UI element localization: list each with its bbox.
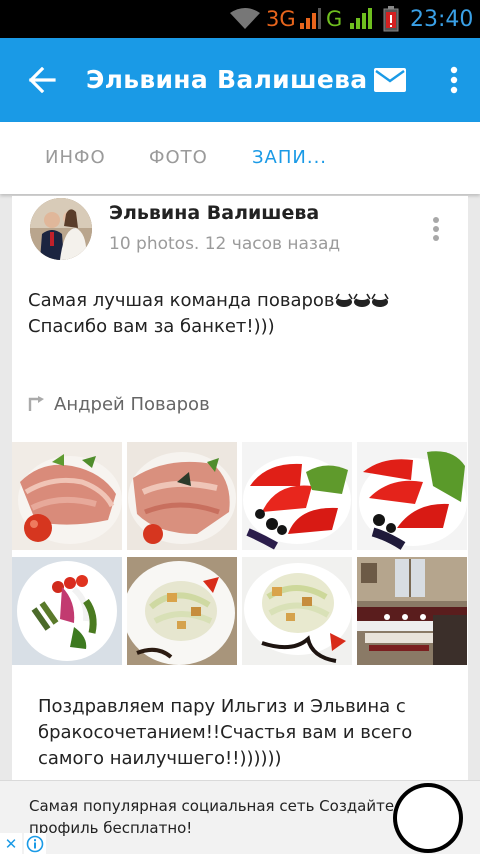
- profile-tabs: ИНФО ФОТО ЗАПИ...: [0, 122, 480, 194]
- avatar[interactable]: [30, 198, 92, 260]
- wifi-icon: [228, 0, 262, 38]
- photo-tomatoes-2[interactable]: [357, 442, 467, 550]
- photo-grid: [12, 442, 468, 666]
- page-title: Эльвина Валишева: [86, 65, 368, 94]
- tab-photos[interactable]: ФОТО: [149, 122, 208, 194]
- network-3g-label: 3G: [266, 7, 296, 31]
- repost-source[interactable]: Андрей Поваров: [28, 392, 210, 416]
- photo-tomatoes-1[interactable]: [242, 442, 352, 550]
- info-icon: [26, 835, 44, 853]
- post-text-part2: Спасибо вам за банкет!))): [28, 316, 275, 337]
- app-bar: Эльвина Валишева: [0, 38, 480, 122]
- ad-text[interactable]: Самая популярная социальная сеть Создайт…: [29, 795, 409, 839]
- photo-salad-plate[interactable]: [12, 557, 122, 665]
- ad-line-2: профиль бесплатно!: [29, 819, 193, 837]
- ad-info-button[interactable]: [24, 833, 46, 854]
- photo-meat-platter-2[interactable]: [127, 442, 237, 550]
- message-button[interactable]: [370, 62, 410, 98]
- pot-emoji-icon: [334, 293, 353, 307]
- mail-icon: [374, 68, 406, 92]
- battery-low-icon: [383, 0, 399, 38]
- photo-banquet-hall[interactable]: [357, 557, 467, 665]
- photo-caesar-salad-2[interactable]: [242, 557, 352, 665]
- post-text: Самая лучшая команда поваров Спасибо вам …: [28, 288, 448, 340]
- close-ad-button[interactable]: ✕: [0, 833, 22, 854]
- photo-meat-platter-1[interactable]: [12, 442, 122, 550]
- signal-icon: [298, 0, 322, 38]
- post-menu-button[interactable]: [426, 214, 446, 244]
- network-g-label: G: [326, 7, 343, 31]
- repost-icon: [28, 396, 44, 411]
- photo-caesar-salad-1[interactable]: [127, 557, 237, 665]
- pot-emoji-icon: [352, 293, 371, 307]
- back-arrow-icon: [28, 67, 56, 93]
- ad-line-1: Самая популярная социальная сеть Создайт…: [29, 797, 395, 815]
- repost-author: Андрей Поваров: [54, 393, 210, 415]
- tab-info[interactable]: ИНФО: [45, 122, 106, 194]
- status-bar: 3G G 23:40: [0, 0, 480, 38]
- close-icon: ✕: [4, 835, 18, 853]
- tab-posts[interactable]: ЗАПИ...: [252, 122, 327, 194]
- overflow-menu-button[interactable]: [440, 60, 468, 100]
- more-vert-icon: [450, 66, 458, 94]
- ad-banner[interactable]: Самая популярная социальная сеть Создайт…: [0, 780, 480, 854]
- ad-image[interactable]: [393, 783, 463, 853]
- signal-icon: [348, 0, 374, 38]
- post-caption: Поздравляем пару Ильгиз и Эльвина с брак…: [38, 696, 413, 769]
- post-text-part1: Самая лучшая команда поваров: [28, 290, 335, 311]
- post-author[interactable]: Эльвина Валишева: [109, 202, 319, 224]
- pot-emoji-icon: [370, 293, 389, 307]
- post-meta: 10 photos. 12 часов назад: [109, 234, 341, 254]
- post-card: Эльвина Валишева 10 photos. 12 часов наз…: [12, 196, 468, 796]
- clock-time: 23:40: [410, 6, 474, 32]
- back-button[interactable]: [22, 60, 62, 100]
- more-vert-icon: [433, 217, 439, 241]
